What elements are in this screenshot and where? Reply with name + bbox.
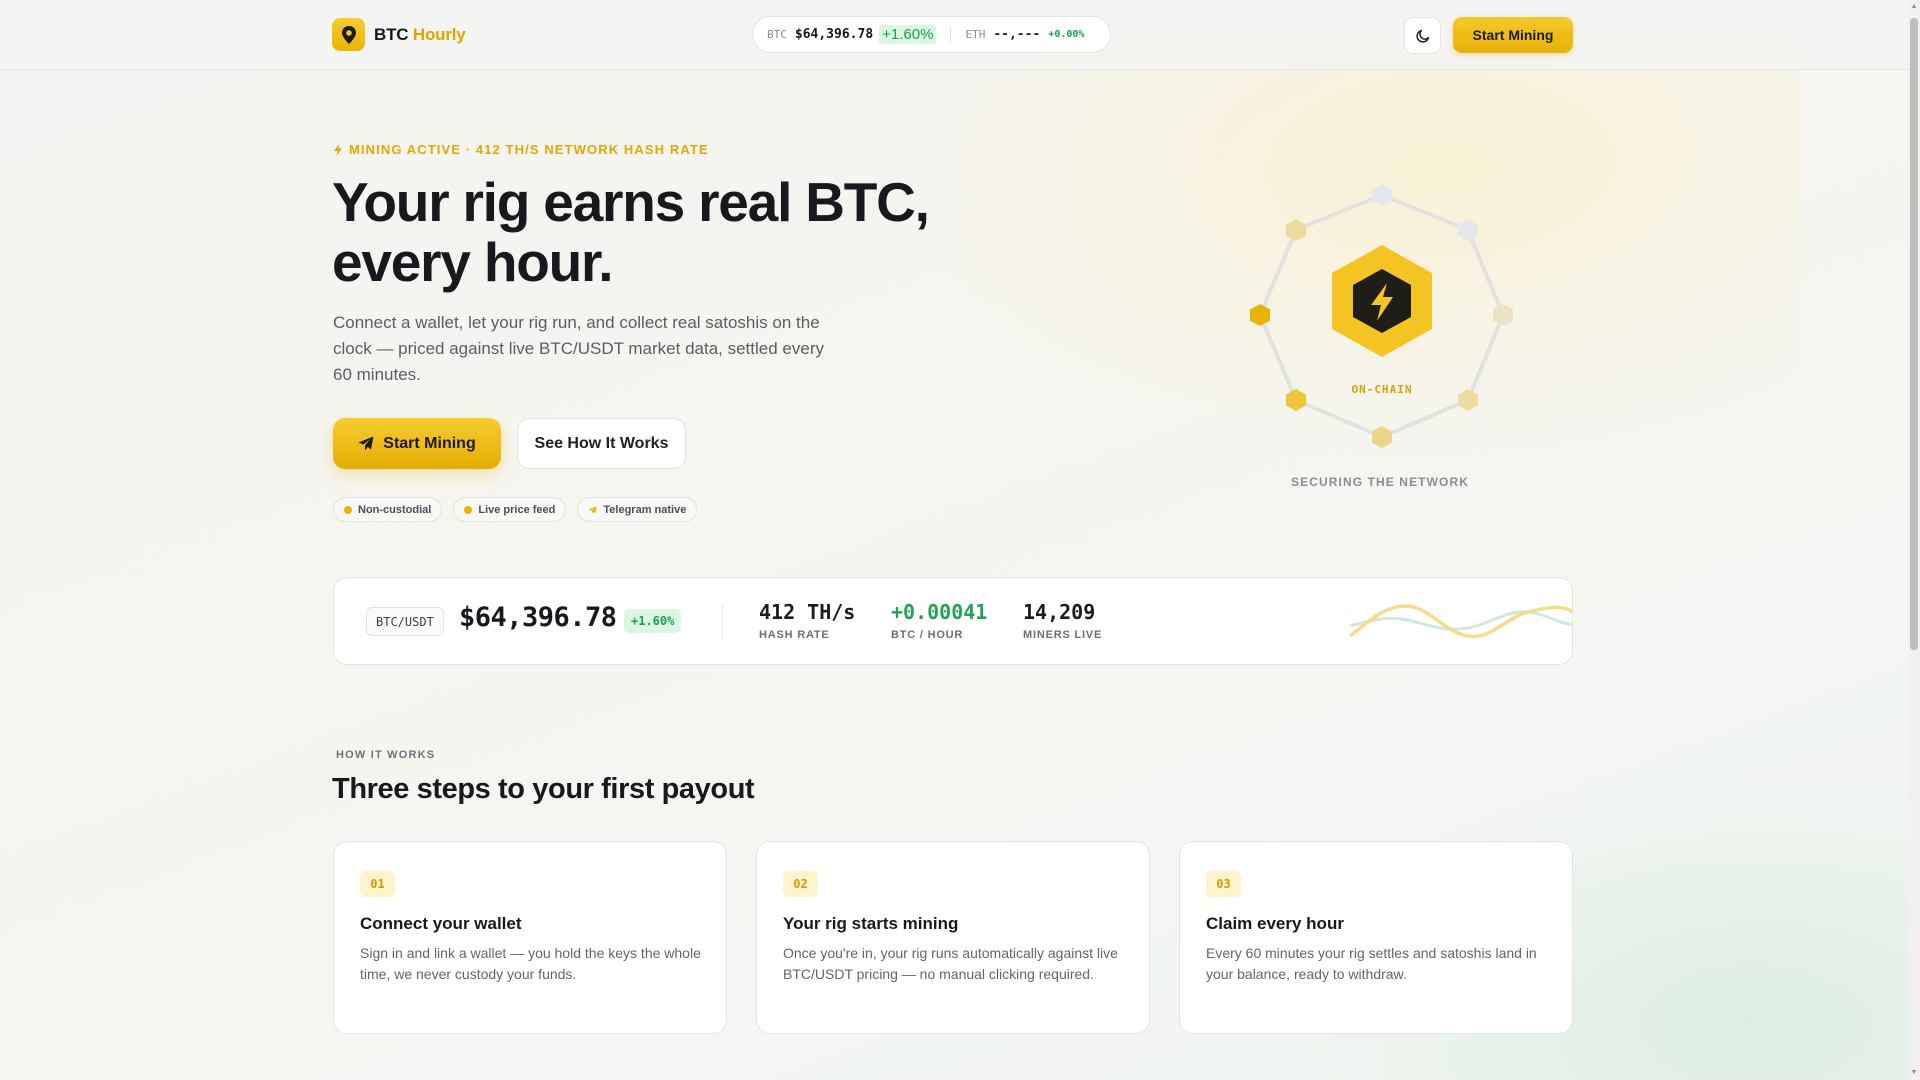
node-bottom	[1372, 426, 1392, 448]
scrollbar-thumb[interactable]	[1910, 18, 1918, 650]
hero-title-line-2: every hour.	[332, 231, 613, 293]
node-bottom-left	[1286, 389, 1306, 411]
step-description: Every 60 minutes your rig settles and sa…	[1206, 945, 1537, 982]
chip-label: Non-custodial	[358, 503, 432, 516]
brand-logo-link[interactable]: BTC Hourly	[332, 18, 466, 51]
step-card-1: 01 Connect your wallet Sign in and link …	[333, 841, 727, 1034]
stat-miners-live-value: 14,209	[1023, 600, 1096, 624]
stat-hash-rate: 412 TH/s HASH RATE	[759, 600, 855, 641]
stat-miners-live-label: MINERS LIVE	[1023, 629, 1103, 641]
stat-btc-per-hour: +0.00041 BTC / HOUR	[891, 600, 987, 641]
page-scrollbar[interactable]: ▲ ▼	[1908, 0, 1920, 1080]
hero-eyebrow-text: MINING ACTIVE · 412 TH/S NETWORK HASH RA…	[349, 142, 709, 157]
stat-btc-per-hour-value: +0.00041	[891, 600, 988, 624]
stat-hash-rate-label: HASH RATE	[759, 629, 830, 641]
scroll-down-arrow-icon[interactable]: ▼	[1910, 1069, 1918, 1077]
hero-start-mining-label: Start Mining	[383, 434, 476, 452]
chip-telegram-native: Telegram native	[577, 497, 698, 522]
step-description: Sign in and link a wallet — you hold the…	[360, 945, 701, 982]
sparkline-yellow	[1350, 604, 1572, 639]
node-right	[1493, 304, 1513, 326]
step-title: Claim every hour	[1206, 914, 1344, 933]
hero-start-mining-button[interactable]: Start Mining	[333, 418, 501, 469]
step-title: Connect your wallet	[360, 914, 522, 933]
stats-divider	[722, 604, 723, 640]
step-title: Your rig starts mining	[783, 914, 959, 933]
step-number: 01	[360, 871, 395, 897]
hero-subtitle: Connect a wallet, let your rig run, and …	[333, 313, 824, 384]
sparkline-decoration	[1350, 604, 1572, 639]
location-pin-logo-icon	[332, 18, 365, 51]
send-icon	[358, 436, 374, 451]
ticker-btc-change: +1.60%	[879, 25, 937, 44]
stat-hash-rate-value: 412 TH/s	[759, 600, 856, 624]
hero-title-line-1: Your rig earns real BTC,	[332, 171, 930, 233]
pair-tag: BTC/USDT	[366, 607, 444, 636]
ticker-divider	[950, 26, 952, 43]
market-stats-bar: BTC/USDT $64,396.78 +1.60% 412 TH/s HASH…	[333, 577, 1573, 665]
header-start-mining-button[interactable]: Start Mining	[1453, 17, 1573, 53]
chip-label: Live price feed	[478, 503, 556, 516]
node-top-left	[1286, 219, 1306, 241]
chip-label: Telegram native	[603, 503, 687, 516]
ticker-btc-price: $64,396.78	[794, 27, 874, 42]
stat-miners-live: 14,209 MINERS LIVE	[1023, 600, 1102, 641]
step-number: 02	[783, 871, 818, 897]
scroll-up-arrow-icon[interactable]: ▲	[1910, 3, 1918, 11]
ticker-btc-symbol: BTC	[767, 28, 787, 41]
step-description: Once you're in, your rig runs automatica…	[783, 945, 1118, 982]
chip-non-custodial: Non-custodial	[333, 497, 443, 522]
ticker-eth-price: --,---	[993, 27, 1041, 42]
node-left	[1250, 304, 1270, 326]
network-hex-graphic: ON-CHAIN	[1250, 184, 1513, 448]
dot-icon	[344, 505, 352, 514]
top-navigation-bar: BTC Hourly BTC $64,396.78 +1.60% ETH --,…	[0, 0, 1908, 70]
ticker-eth-change: +0.00%	[1048, 29, 1085, 40]
lightning-icon	[334, 143, 342, 156]
node-bottom-right	[1458, 389, 1478, 411]
dot-icon	[464, 505, 473, 514]
live-btc-change-badge: +1.60%	[624, 609, 682, 633]
feature-chips: Non-custodial Live price feed Telegram n…	[333, 497, 698, 522]
step-card-3: 03 Claim every hour Every 60 minutes you…	[1179, 841, 1573, 1034]
step-number: 03	[1206, 871, 1241, 897]
ticker-eth-symbol: ETH	[965, 28, 986, 41]
brand-name-accent: Hourly	[412, 24, 466, 44]
brand-name-main: BTC	[374, 24, 409, 44]
node-top-right	[1458, 219, 1478, 241]
hero-eyebrow: MINING ACTIVE · 412 TH/S NETWORK HASH RA…	[333, 142, 709, 157]
hero-title: Your rig earns real BTC, every hour.	[332, 172, 952, 292]
how-it-works-title: Three steps to your first payout	[332, 773, 755, 805]
how-it-works-eyebrow: HOW IT WORKS	[336, 749, 436, 761]
telegram-icon	[588, 505, 598, 514]
node-top	[1372, 184, 1392, 206]
chip-live-price-feed: Live price feed	[453, 497, 567, 522]
price-ticker: BTC $64,396.78 +1.60% ETH --,--- +0.00%	[752, 16, 1111, 53]
hex-center-label: ON-CHAIN	[1352, 383, 1413, 396]
step-card-2: 02 Your rig starts mining Once you're in…	[756, 841, 1150, 1034]
theme-toggle-button[interactable]	[1404, 17, 1441, 54]
live-btc-price: $64,396.78	[459, 602, 617, 633]
brand-name: BTC Hourly	[374, 25, 466, 45]
moon-icon	[1415, 29, 1429, 43]
stat-btc-per-hour-label: BTC / HOUR	[891, 629, 964, 641]
see-how-it-works-button[interactable]: See How It Works	[517, 418, 686, 469]
sparkline-green	[1350, 610, 1572, 631]
network-caption: SECURING THE NETWORK	[1291, 475, 1469, 489]
